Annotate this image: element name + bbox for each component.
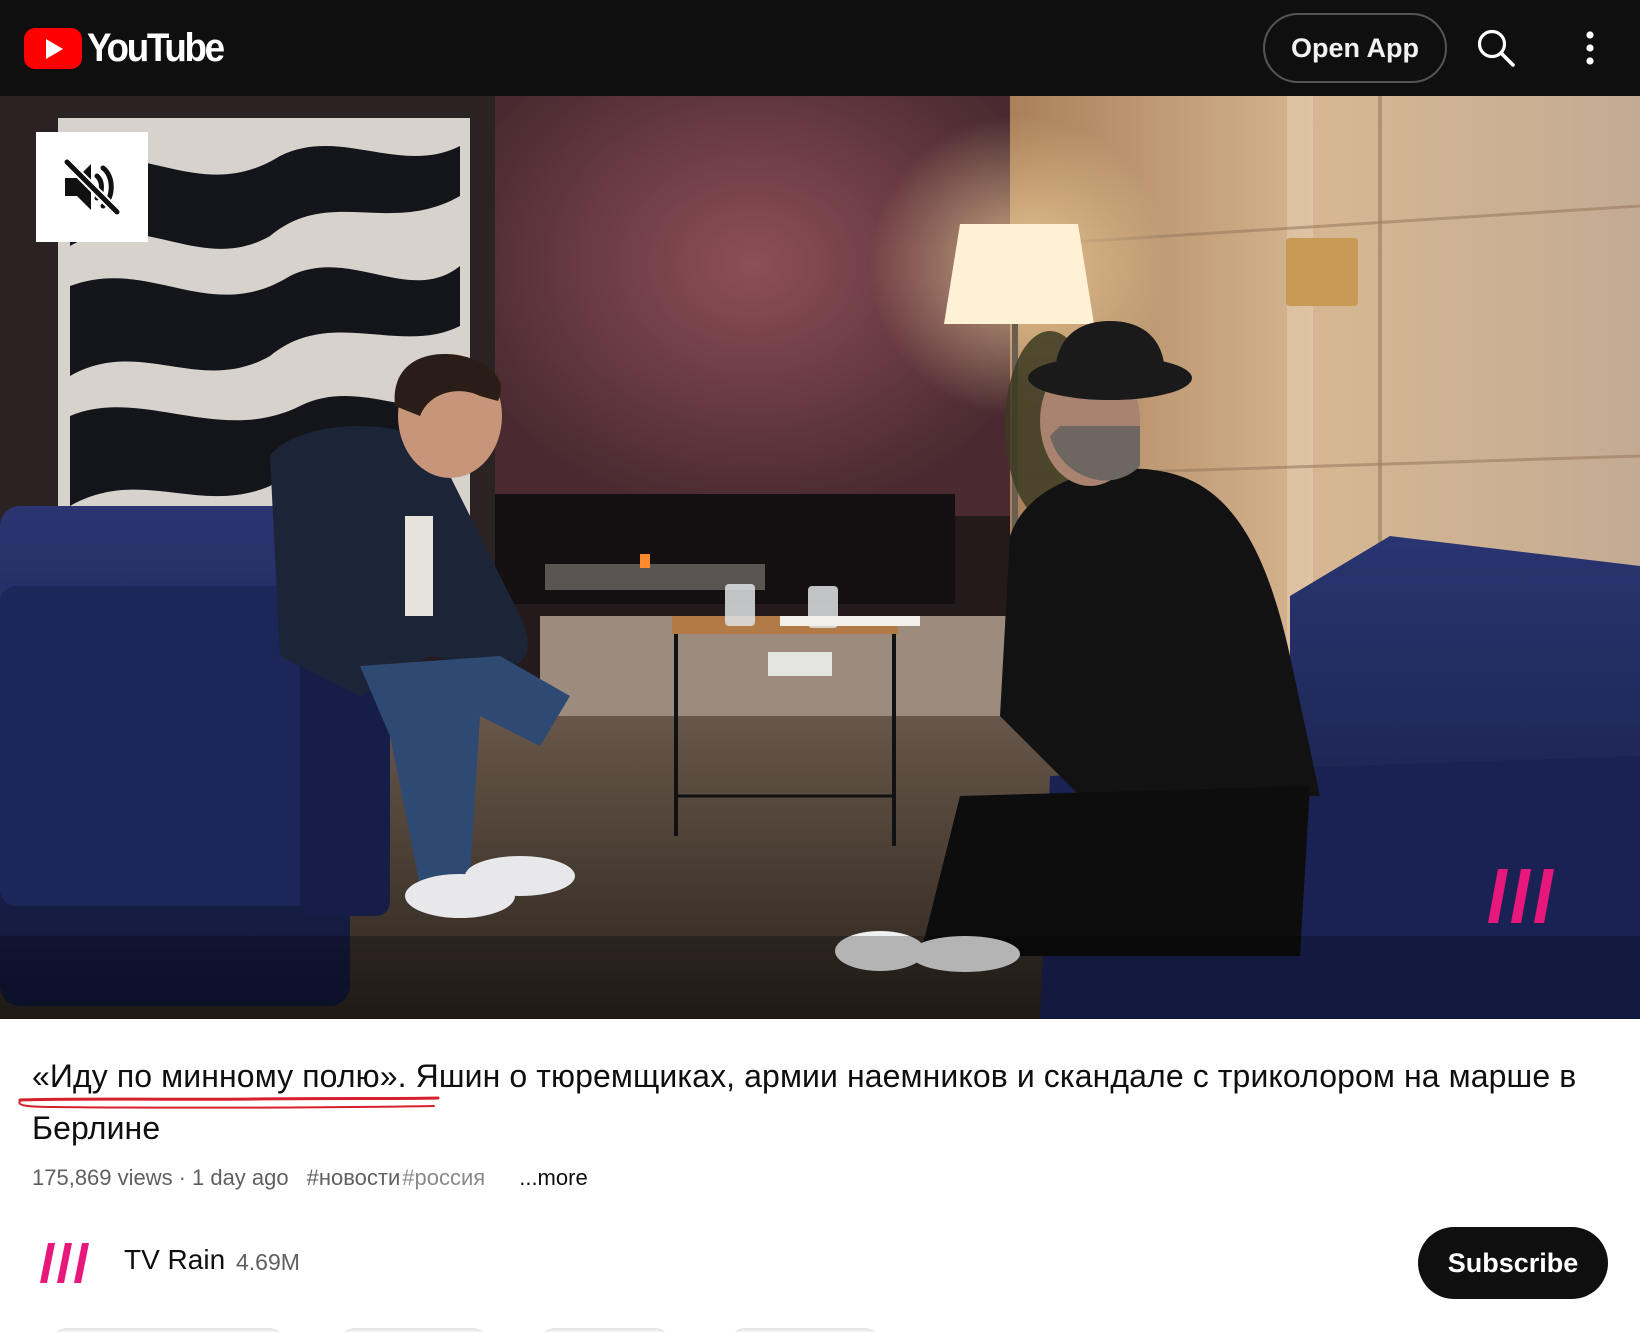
unmute-button[interactable]: [36, 132, 148, 242]
volume-off-icon: [63, 158, 121, 216]
view-count: 175,869 views: [32, 1165, 173, 1190]
hashtag-russia[interactable]: #россия: [402, 1165, 485, 1191]
subscriber-count: 4.69M: [236, 1249, 300, 1275]
hashtag-news[interactable]: #новости: [307, 1165, 401, 1191]
video-frame: [0, 96, 1640, 1019]
channel-avatar[interactable]: [40, 1243, 90, 1283]
action-chip[interactable]: [340, 1328, 488, 1332]
red-underline-annotation: [18, 1096, 440, 1109]
meta-separator: ·: [178, 1165, 186, 1190]
action-chip[interactable]: [540, 1328, 670, 1332]
channel-row: TV Rain 4.69M Subscribe: [0, 1225, 1640, 1299]
video-metadata[interactable]: 175,869 views · 1 day ago #новости #росс…: [32, 1163, 588, 1193]
video-player[interactable]: [0, 96, 1640, 1019]
youtube-logo-icon: [24, 27, 82, 69]
more-vert-icon: [1586, 31, 1594, 65]
action-chip[interactable]: [730, 1328, 880, 1332]
channel-name[interactable]: TV Rain: [124, 1244, 225, 1276]
open-app-button[interactable]: Open App: [1263, 13, 1447, 83]
upload-age: 1 day ago: [191, 1165, 289, 1190]
search-button[interactable]: [1470, 22, 1522, 74]
subscribe-button[interactable]: Subscribe: [1418, 1227, 1608, 1299]
search-icon: [1477, 29, 1515, 67]
youtube-logo[interactable]: YouTube: [24, 26, 235, 70]
action-chips-row: [0, 1322, 1640, 1332]
top-app-bar: YouTube Open App: [0, 0, 1640, 96]
more-options-button[interactable]: [1570, 22, 1610, 74]
tv-rain-watermark-icon: [1488, 869, 1554, 923]
brand-name: YouTube: [87, 25, 225, 70]
action-chip[interactable]: [52, 1328, 284, 1332]
description-more-link[interactable]: ...more: [519, 1165, 587, 1191]
